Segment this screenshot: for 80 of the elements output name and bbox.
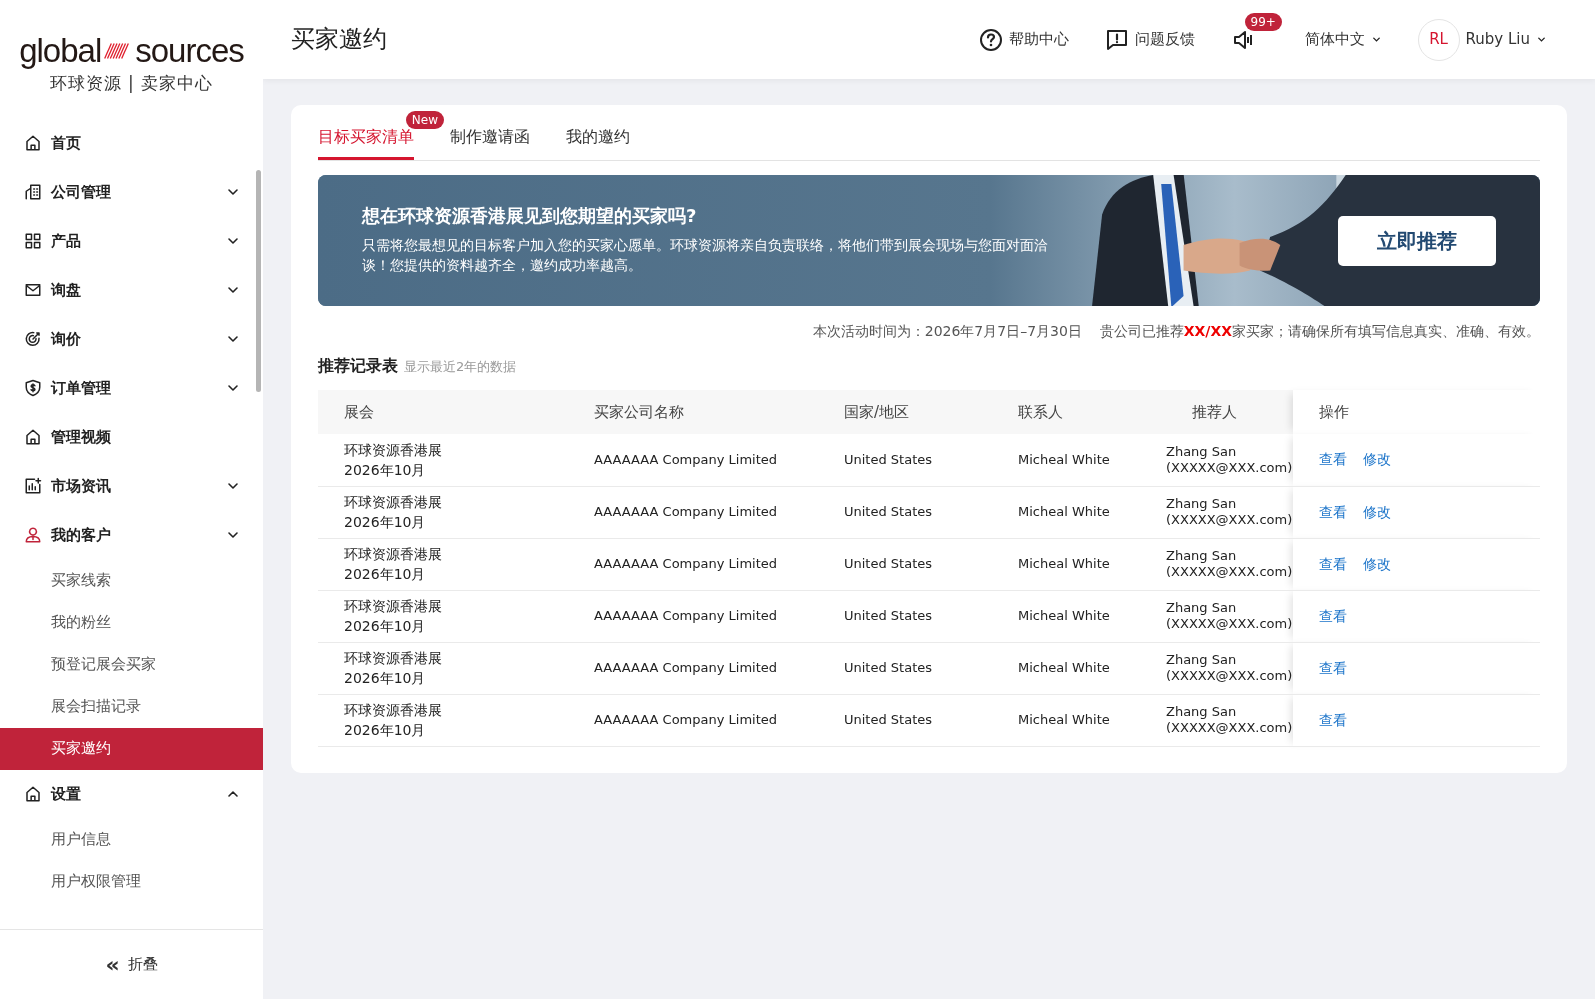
table-cell: United States [818, 642, 992, 694]
table-cell: United States [818, 486, 992, 538]
menu-item[interactable]: 管理视频 [0, 412, 263, 462]
edit-link[interactable]: 修改 [1363, 555, 1392, 572]
user-menu[interactable]: RL Ruby Liu [1417, 18, 1547, 61]
column-header: 展会 [318, 390, 568, 434]
menu-item[interactable]: 询价 [0, 314, 263, 364]
menu-item[interactable]: 市场资讯 [0, 461, 263, 511]
table-cell: AAAAAAA Company Limited [568, 434, 818, 486]
edit-link[interactable]: 修改 [1363, 503, 1392, 520]
submenu-item[interactable]: 买家线索 [0, 559, 263, 602]
new-badge: New [405, 111, 444, 129]
menu-item[interactable]: 订单管理 [0, 363, 263, 413]
view-link[interactable]: 查看 [1319, 451, 1348, 468]
menu-item[interactable]: 公司管理 [0, 167, 263, 217]
section-hint: 显示最近2年的数据 [404, 358, 517, 376]
table-cell: 环球资源香港展 2026年10月 [318, 486, 568, 538]
column-header: 操作 [1293, 390, 1540, 434]
table-cell: AAAAAAA Company Limited [568, 590, 818, 642]
view-link[interactable]: 查看 [1319, 503, 1348, 520]
banner-title: 想在环球资源香港展见到您期望的买家吗? [362, 205, 698, 227]
menu-item[interactable]: 设置 [0, 769, 263, 819]
table-cell: AAAAAAA Company Limited [568, 538, 818, 590]
logo-subtitle: 环球资源 | 卖家中心 [49, 72, 214, 95]
notice-text: 本次活动时间为：2026年7月7日–7月30日 贵公司已推荐XX/XX家买家；请确保所有填写信息真实、准确、有效。 [811, 322, 1540, 341]
view-link[interactable]: 查看 [1319, 711, 1348, 728]
tab[interactable]: 制作邀请函 [450, 119, 530, 160]
logo-text: sources [135, 34, 244, 67]
table-cell: Micheal White [992, 590, 1166, 642]
scrollbar[interactable] [256, 170, 261, 392]
view-link[interactable]: 查看 [1319, 607, 1348, 624]
table-cell: United States [818, 590, 992, 642]
column-header: 推荐人 [1166, 390, 1294, 434]
tab[interactable]: 我的邀约 [566, 119, 630, 160]
help-icon [978, 27, 1003, 52]
submenu-item[interactable]: 买家邀约 [0, 727, 263, 770]
menu-item[interactable]: 产品 [0, 216, 263, 266]
table-cell: United States [818, 434, 992, 486]
table-cell: Micheal White [992, 434, 1166, 486]
logo-text: global [19, 34, 102, 67]
banner-text: 只需将您最想见的目标客户加入您的买家心愿单。环球资源将亲自负责联络，将他们带到展会现场与您面对面洽谈！您提供的资料越齐全，邀约成功率越高。 [362, 235, 1049, 275]
submenu-item[interactable]: 用户信息 [0, 818, 263, 861]
column-header: 买家公司名称 [568, 390, 818, 434]
submenu-item[interactable]: 预登记展会买家 [0, 643, 263, 686]
caret-icon [1370, 34, 1382, 45]
collapse-button[interactable]: « 折叠 [104, 952, 159, 977]
feedback-icon [1104, 27, 1129, 52]
view-link[interactable]: 查看 [1319, 659, 1348, 676]
table-cell: 环球资源香港展 2026年10月 [318, 642, 568, 694]
submenu-item[interactable]: 用户权限管理 [0, 860, 263, 903]
table-cell: AAAAAAA Company Limited [568, 694, 818, 746]
language-dropdown[interactable]: 简体中文 [1304, 28, 1382, 51]
recommend-button[interactable]: 立即推荐 [1338, 216, 1496, 266]
edit-link[interactable]: 修改 [1363, 451, 1392, 468]
table-cell: 环球资源香港展 2026年10月 [318, 694, 568, 746]
table-cell: 环球资源香港展 2026年10月 [318, 538, 568, 590]
submenu-item[interactable]: 我的粉丝 [0, 601, 263, 644]
table-cell: United States [818, 694, 992, 746]
menu-item[interactable]: 我的客户 [0, 510, 263, 560]
menu-item[interactable]: 首页 [0, 118, 263, 168]
column-header: 联系人 [992, 390, 1166, 434]
table-cell: United States [818, 538, 992, 590]
notification-badge: 99+ [1244, 13, 1282, 32]
view-link[interactable]: 查看 [1319, 555, 1348, 572]
table-cell: Micheal White [992, 538, 1166, 590]
table-cell: AAAAAAA Company Limited [568, 642, 818, 694]
table-cell: Micheal White [992, 486, 1166, 538]
page-title: 买家邀约 [291, 25, 388, 54]
table-cell: 环球资源香港展 2026年10月 [318, 434, 568, 486]
submenu-item[interactable]: 展会扫描记录 [0, 685, 263, 728]
menu-item[interactable]: 询盘 [0, 265, 263, 315]
section-title: 推荐记录表 [318, 355, 398, 377]
caret-icon [1536, 34, 1547, 45]
table-cell: Micheal White [992, 694, 1166, 746]
table-cell: AAAAAAA Company Limited [568, 486, 818, 538]
table-cell: 环球资源香港展 2026年10月 [318, 590, 568, 642]
column-header: 国家/地区 [818, 390, 992, 434]
table-cell: Micheal White [992, 642, 1166, 694]
feedback-link[interactable]: 问题反馈 [1104, 27, 1195, 52]
help-link[interactable]: 帮助中心 [978, 27, 1069, 52]
